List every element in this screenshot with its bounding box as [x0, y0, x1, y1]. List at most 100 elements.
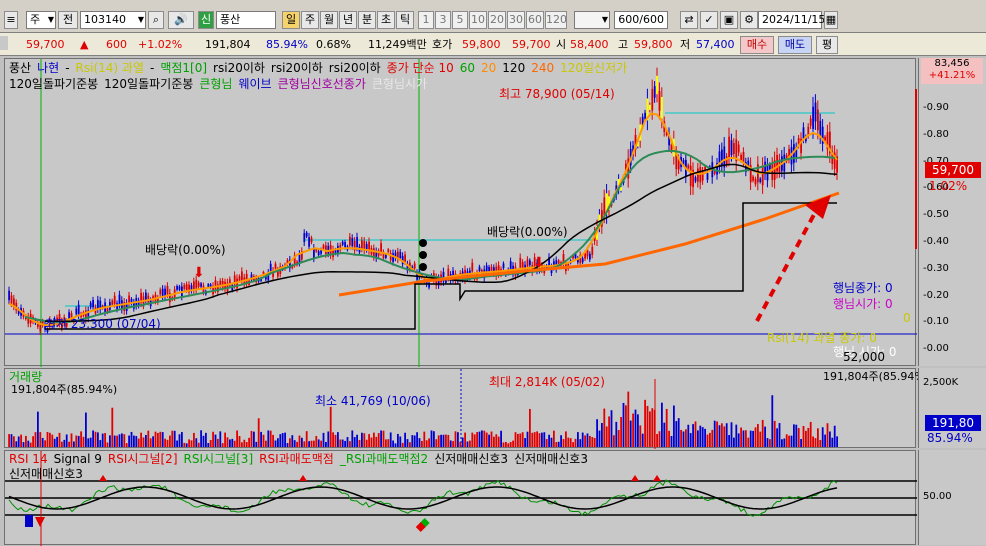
period-button-5[interactable]: 초	[377, 11, 395, 29]
price-legend2-item-1[interactable]: 120일돌파기준봉	[104, 77, 193, 91]
settings-icon[interactable]: ⚙	[740, 11, 758, 29]
minute-button-60[interactable]: 60	[526, 11, 544, 29]
rsi-legend-item-0[interactable]: RSI 14	[9, 452, 48, 466]
volume-panel[interactable]: 거래량 191,804주(85.94%) 191,804주(85.94%) 최대…	[4, 368, 929, 449]
rsi-legend-item-7[interactable]: 신저매매신호3	[514, 452, 588, 466]
volume-bar	[363, 433, 366, 447]
minute-button-10[interactable]: 10	[469, 11, 487, 29]
price-legend-item-13[interactable]: 240	[531, 61, 554, 75]
rsi-panel[interactable]: RSI 14 Signal 9 RSI시그널[2] RSI시그널[3] RSI과매도맥점…	[4, 450, 917, 546]
volume-bar	[428, 438, 430, 447]
price-right-label-1: 행님시가: 0	[833, 297, 893, 311]
volume-bar	[802, 425, 805, 447]
volume-bar	[430, 430, 433, 447]
price-legend-item-8[interactable]: rsi20이하	[329, 61, 381, 75]
price-legend-item-7[interactable]: rsi20이하	[271, 61, 323, 75]
candle-body	[241, 271, 243, 281]
rsi-legend-item-4[interactable]: RSI과매도맥점	[259, 452, 334, 466]
minute-button-20[interactable]: 20	[488, 11, 506, 29]
code-input[interactable]: 103140 ▼	[80, 11, 146, 29]
volume-bar	[63, 439, 66, 447]
price-legend-item-10[interactable]: 60	[460, 61, 475, 75]
minute-button-3[interactable]: 3	[435, 11, 451, 29]
market-select[interactable]: 주 ▼	[26, 11, 56, 29]
period-button-0[interactable]: 일	[282, 11, 300, 29]
date-input[interactable]: 2024/11/15	[758, 11, 825, 29]
price-legend-item-12[interactable]: 120	[502, 61, 525, 75]
buy-button[interactable]: 매수	[740, 36, 774, 54]
volume-bar	[85, 412, 87, 447]
interval-select[interactable]: ▼	[574, 11, 610, 29]
price-legend2-item-2[interactable]: 큰형님	[199, 77, 232, 91]
volume-bar	[567, 437, 570, 447]
rsi-legend-item-6[interactable]: 신저매매신호3	[434, 452, 508, 466]
rsi-legend-item-3[interactable]: RSI시그널[3]	[184, 452, 254, 466]
price-legend-item-0[interactable]: 풍산	[9, 61, 31, 75]
data-count[interactable]: 600/600	[614, 11, 668, 29]
rsi-legend-item-5[interactable]: _RSI과매도맥점2	[340, 452, 428, 466]
minute-button-30[interactable]: 30	[507, 11, 525, 29]
minute-button-120[interactable]: 120	[545, 11, 567, 29]
volume-bar	[113, 435, 116, 447]
period-button-1[interactable]: 주	[301, 11, 319, 29]
volume-bar	[814, 438, 817, 447]
minute-button-1[interactable]: 1	[418, 11, 434, 29]
volume-bar	[375, 436, 378, 447]
check-icon[interactable]: ✓	[700, 11, 718, 29]
volume-bar	[106, 442, 109, 447]
price-legend-item-14[interactable]: 120일신저가	[560, 61, 627, 75]
price-legend-item-1[interactable]: 나현	[37, 61, 59, 75]
price-legend-item-5[interactable]: 맥점1[0]	[160, 61, 207, 75]
rsi-legend-item-1[interactable]: Signal 9	[54, 452, 102, 466]
menu-icon[interactable]: ≡	[4, 11, 18, 29]
rsi-legend-item-2[interactable]: RSI시그널[2]	[108, 452, 178, 466]
candle-body	[341, 241, 344, 245]
price-legend-item-2[interactable]: -	[65, 61, 69, 75]
price-legend-item-9[interactable]: 종가 단순 10	[387, 61, 454, 75]
candle-body	[752, 176, 754, 181]
volume-bar	[692, 424, 694, 447]
period-button-4[interactable]: 분	[358, 11, 376, 29]
volume-bar	[296, 441, 298, 447]
price-legend-item-6[interactable]: rsi20이하	[213, 61, 265, 75]
volume-bar	[694, 421, 697, 447]
search-icon[interactable]: ⌕	[148, 11, 164, 29]
period-button-6[interactable]: 틱	[396, 11, 414, 29]
period-button-3[interactable]: 년	[339, 11, 357, 29]
volume-bar	[529, 408, 531, 447]
price-legend2-item-5[interactable]: 큰형님시가	[372, 77, 427, 91]
price-legend2-item-3[interactable]: 웨이브	[238, 77, 271, 91]
minute-button-5[interactable]: 5	[452, 11, 468, 29]
price-legend-item-3[interactable]: Rsi(14) 과열	[76, 61, 144, 75]
volume-bar	[406, 439, 409, 447]
sound-icon[interactable]: 🔊	[168, 11, 194, 29]
stock-name[interactable]: 풍산	[216, 11, 276, 29]
chart-type-icon[interactable]: ⇄	[680, 11, 698, 29]
volume-bar	[73, 441, 75, 447]
price-legend2-item-0[interactable]: 120일돌파기준봉	[9, 77, 98, 91]
calendar-icon[interactable]: ▦	[824, 11, 838, 29]
eval-button[interactable]: 평	[816, 36, 838, 54]
volume-bar	[190, 440, 193, 447]
volume-bar	[411, 435, 414, 447]
price-panel[interactable]: ⬇ ⬇ 풍산 나현 - Rsi(14) 과열 - 맥점1[0] rsi20이하 rsi20이하 r…	[4, 58, 917, 367]
volume-bar	[677, 418, 680, 447]
volume-bar	[466, 441, 469, 447]
sell-button[interactable]: 매도	[778, 36, 812, 54]
period-label[interactable]: 전	[58, 11, 78, 29]
volume-bar	[589, 435, 591, 447]
volume-bar	[764, 426, 766, 447]
period-button-2[interactable]: 월	[320, 11, 338, 29]
candle-body	[740, 154, 742, 161]
volume-bar	[812, 436, 814, 447]
price-legend-item-11[interactable]: 20	[481, 61, 496, 75]
volume-bar	[387, 439, 390, 447]
price-legend2-item-4[interactable]: 큰형님신호선종가	[278, 77, 366, 91]
candle-body	[557, 260, 560, 264]
volume-bar	[617, 430, 620, 447]
volume-bar	[817, 428, 819, 447]
save-icon[interactable]: ▣	[720, 11, 738, 29]
price-legend-item-4[interactable]: -	[150, 61, 154, 75]
rsi-top-marker-0	[99, 475, 107, 481]
volume-bar	[267, 430, 270, 447]
